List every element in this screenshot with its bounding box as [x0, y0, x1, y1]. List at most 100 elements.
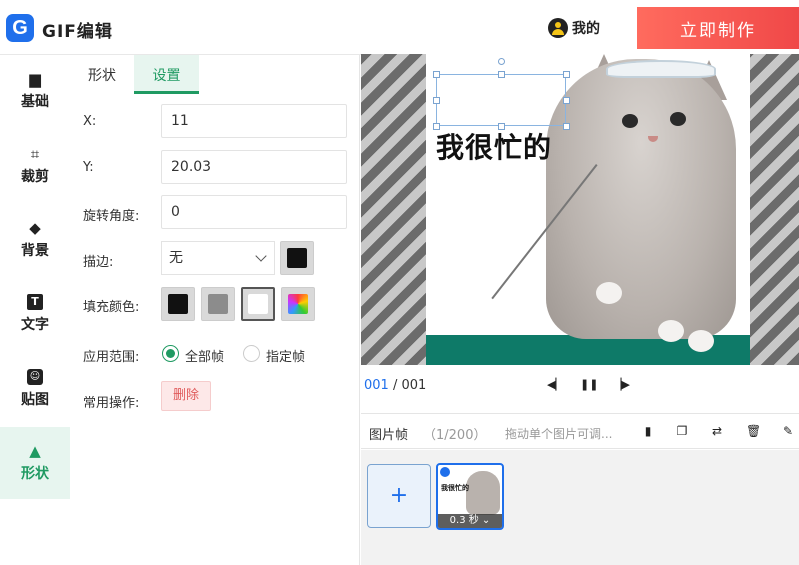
frame-separator: / [388, 378, 402, 393]
frame-selected-dot [440, 467, 450, 477]
stroke-color [287, 248, 307, 268]
stroke-label: 描边: [83, 255, 114, 270]
sidebar-item-label: 背景 [21, 243, 49, 259]
cat-hat [606, 60, 716, 78]
resize-handle[interactable] [433, 71, 440, 78]
tab-settings[interactable]: 设置 [134, 55, 199, 94]
frames-strip: + 我很忙的 0.3 秒 ⌄ [361, 450, 799, 565]
resize-handle[interactable] [563, 71, 570, 78]
resize-handle[interactable] [498, 123, 505, 130]
app-logo: G [6, 14, 34, 42]
cat-paw [688, 330, 714, 352]
resize-handle[interactable] [433, 97, 440, 104]
x-label: X: [83, 114, 97, 129]
fill-swatch-white[interactable] [241, 287, 275, 321]
fill-color-white [248, 294, 268, 314]
cat-paw [658, 320, 684, 342]
gif-preview[interactable]: 我很忙的 [426, 54, 750, 365]
sidebar-item-background[interactable]: ◆ 背景 [0, 204, 70, 276]
triangle-icon: ▲ [29, 442, 41, 460]
brush-icon[interactable]: ✎ [781, 424, 795, 438]
stroke-color-swatch[interactable] [280, 241, 314, 275]
sidebar-item-label: 裁剪 [21, 169, 49, 185]
frame-thumbnail[interactable]: 我很忙的 0.3 秒 ⌄ [436, 463, 504, 530]
chevron-down-icon [255, 250, 267, 262]
scope-label: 应用范围: [83, 350, 140, 365]
sidebar-item-label: 文字 [21, 317, 49, 333]
overlay-text[interactable]: 我很忙的 [436, 126, 552, 166]
thumbnail-text: 我很忙的 [441, 484, 469, 492]
swap-icon[interactable]: ⇄ [710, 424, 724, 438]
resize-handle[interactable] [563, 97, 570, 104]
file-icon[interactable]: ▮ [641, 424, 655, 438]
resize-handle[interactable] [433, 123, 440, 130]
user-menu[interactable]: 我的 [548, 17, 600, 39]
frames-title: 图片帧 [369, 428, 409, 443]
paint-bucket-icon: ◆ [29, 219, 41, 237]
current-frame: 001 [364, 378, 389, 393]
fill-swatch-custom[interactable] [281, 287, 315, 321]
app-title: GIF编辑 [42, 22, 113, 42]
rotate-input[interactable]: 0 [161, 195, 347, 229]
sidebar-item-text[interactable]: T 文字 [0, 278, 70, 350]
resize-handle[interactable] [563, 123, 570, 130]
cat-paw [596, 282, 622, 304]
folder-icon: ▆ [29, 70, 41, 88]
scope-selected-radio[interactable] [243, 345, 260, 362]
sticker-icon: ☺ [27, 369, 43, 385]
prev-frame-icon[interactable]: ◀▏ [547, 377, 564, 393]
cat-eye [622, 114, 638, 128]
add-frame-button[interactable]: + [367, 464, 431, 528]
tab-shape[interactable]: 形状 [70, 55, 134, 94]
fill-label: 填充颜色: [83, 300, 140, 315]
scope-all-label[interactable]: 全部帧 [185, 346, 224, 365]
fill-color-gray [208, 294, 228, 314]
edit-canvas[interactable]: 我很忙的 [361, 54, 799, 365]
text-icon: T [27, 294, 43, 310]
shape-selection-box[interactable] [436, 74, 566, 126]
fill-swatch-black[interactable] [161, 287, 195, 321]
ops-label: 常用操作: [83, 396, 140, 411]
sidebar-item-sticker[interactable]: ☺ 贴图 [0, 353, 70, 425]
stroke-select[interactable]: 无 [161, 241, 275, 275]
user-icon [548, 18, 568, 38]
sidebar-item-label: 基础 [21, 94, 49, 110]
sidebar-item-crop[interactable]: ⌗ 裁剪 [0, 130, 70, 202]
app-header: G GIF编辑 我的 立即制作 [0, 0, 799, 55]
make-now-button[interactable]: 立即制作 [637, 7, 799, 49]
next-frame-icon[interactable]: ▕▶ [613, 377, 630, 393]
pause-icon[interactable]: ❚❚ [580, 377, 598, 393]
frames-hint: 拖动单个图片可调... [505, 427, 613, 441]
copy-icon[interactable]: ❐ [675, 424, 689, 438]
sidebar-item-basic[interactable]: ▆ 基础 [0, 55, 70, 127]
frames-count: （1/200） [423, 428, 487, 443]
frame-duration[interactable]: 0.3 秒 ⌄ [438, 514, 502, 528]
sidebar-item-label: 形状 [21, 466, 49, 482]
crop-icon: ⌗ [30, 145, 40, 163]
user-label: 我的 [572, 21, 600, 37]
trash-icon[interactable]: 🗑 [746, 424, 761, 438]
sidebar-item-label: 贴图 [21, 392, 49, 408]
stroke-select-value: 无 [169, 250, 183, 266]
shape-settings-panel: 形状 设置 X: 11 Y: 20.03 旋转角度: 0 描边: 无 填充颜色:… [70, 55, 360, 565]
y-label: Y: [83, 160, 94, 175]
cat-eye [670, 112, 686, 126]
rotate-label: 旋转角度: [83, 209, 140, 224]
fill-color-black [168, 294, 188, 314]
total-frames: 001 [401, 378, 427, 393]
scope-all-radio[interactable] [162, 345, 179, 362]
delete-button[interactable]: 删除 [161, 381, 211, 411]
tool-sidebar: ▆ 基础 ⌗ 裁剪 ◆ 背景 T 文字 ☺ 贴图 ▲ 形状 [0, 55, 70, 565]
color-picker-icon [288, 294, 308, 314]
resize-handle[interactable] [498, 71, 505, 78]
rotate-handle[interactable] [498, 58, 505, 65]
frames-toolbar: 图片帧 （1/200） 拖动单个图片可调... ▮ ❐ ⇄ 🗑 ✎ [361, 413, 799, 449]
fill-swatch-gray[interactable] [201, 287, 235, 321]
x-input[interactable]: 11 [161, 104, 347, 138]
y-input[interactable]: 20.03 [161, 150, 347, 184]
scope-selected-label[interactable]: 指定帧 [266, 346, 305, 365]
cat-thumbnail-image [466, 471, 500, 515]
frame-counter: 001 / 001 [364, 378, 426, 393]
sidebar-item-shape[interactable]: ▲ 形状 [0, 427, 70, 499]
cat-image [546, 59, 736, 339]
